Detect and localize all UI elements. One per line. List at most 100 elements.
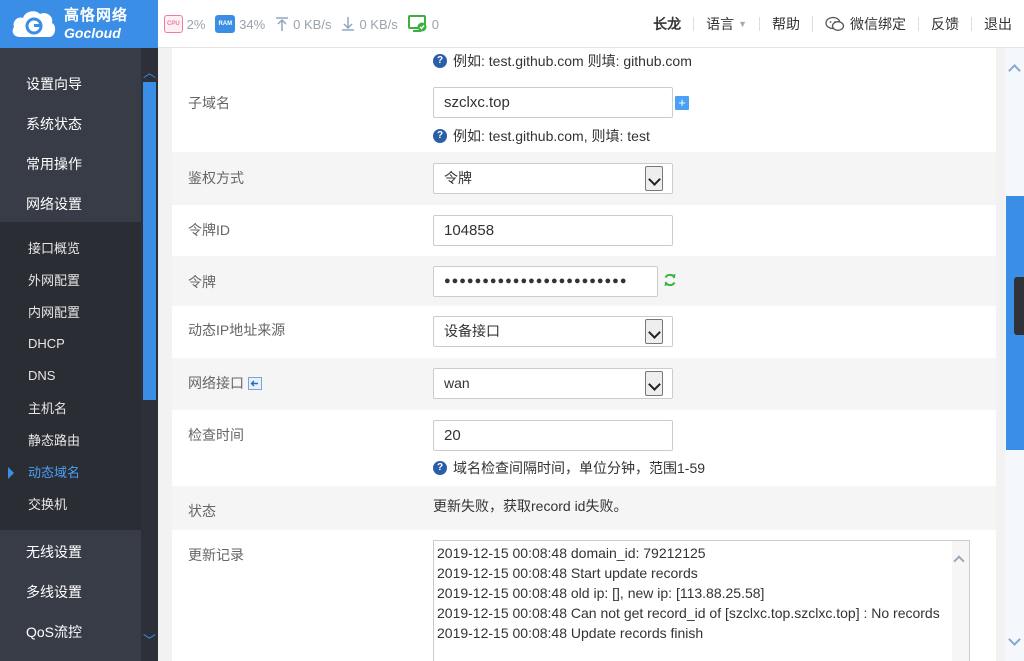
sidebar-subitem-wan-config[interactable]: 外网配置 xyxy=(0,265,141,297)
auth-method-select[interactable]: 令牌 xyxy=(433,163,673,194)
cpu-value: 2% xyxy=(186,16,206,32)
interface-row: 网络接口 wan xyxy=(172,358,996,410)
check-time-row: 检查时间 20 ? 域名检查间隔时间，单位分钟，范围1-59 xyxy=(172,410,996,486)
scroll-up-icon[interactable] xyxy=(953,555,965,567)
log-scrollbar[interactable] xyxy=(952,541,969,661)
sidebar: ︿ ﹀ 设置向导 系统状态 常用操作 网络设置 接口概览 外网配置 内网配置 D… xyxy=(0,48,158,661)
status-row: 状态 更新失败，获取record id失败。 xyxy=(172,486,996,530)
brand-name-cn: 高恪网络 xyxy=(64,7,129,24)
ip-source-select[interactable]: 设备接口 xyxy=(433,316,673,347)
wechat-bind-label: 微信绑定 xyxy=(850,16,906,32)
domain-hint-text: 例如: test.github.com 则填: github.com xyxy=(453,53,692,69)
sidebar-scroll-up-icon[interactable]: ︿ xyxy=(141,62,158,81)
ddns-form: ? 例如: test.github.com 则填: github.com 子域名… xyxy=(172,48,996,661)
log-line: 2019-12-15 00:08:48 old ip: [], new ip: … xyxy=(437,585,765,601)
brand-logo[interactable]: 高恪网络 Gocloud xyxy=(0,0,158,48)
sidebar-item-network-settings[interactable]: 网络设置 xyxy=(0,184,141,224)
sidebar-subitem-dns[interactable]: DNS xyxy=(0,360,141,392)
ip-source-label: 动态IP地址来源 xyxy=(188,322,286,338)
token-row: 令牌 ●●●●●●●●●●●●●●●●●●●●●●●● xyxy=(172,256,996,306)
check-time-hint-text: 域名检查间隔时间，单位分钟，范围1-59 xyxy=(453,460,706,476)
sidebar-item-common-ops[interactable]: 常用操作 xyxy=(0,144,141,184)
sidebar-scroll-down-icon[interactable]: ﹀ xyxy=(141,630,158,649)
log-line: 2019-12-15 00:08:48 Update records finis… xyxy=(437,625,704,641)
cpu-icon: CPU xyxy=(164,15,183,33)
ram-stat: RAM 34% xyxy=(215,15,265,33)
sidebar-subitem-ddns[interactable]: 动态域名 xyxy=(0,457,141,489)
subdomain-label: 子域名 xyxy=(188,95,230,111)
network-submenu: 接口概览 外网配置 内网配置 DHCP DNS 主机名 静态路由 动态域名 交换… xyxy=(0,222,141,530)
subdomain-input[interactable]: szclxc.top xyxy=(433,87,673,118)
add-subdomain-icon[interactable]: + xyxy=(675,96,689,110)
help-link[interactable]: 帮助 xyxy=(759,17,812,31)
token-id-input[interactable]: 104858 xyxy=(433,215,673,246)
download-stat: 0 KB/s xyxy=(341,16,398,32)
sidebar-item-setup-wizard[interactable]: 设置向导 xyxy=(0,64,141,104)
scroll-down-icon[interactable] xyxy=(1008,633,1021,646)
auth-method-value: 令牌 xyxy=(444,170,472,186)
upload-arrow-icon xyxy=(276,17,289,31)
auth-method-label: 鉴权方式 xyxy=(188,170,244,186)
interface-value: wan xyxy=(444,375,470,391)
log-line: 2019-12-15 00:08:48 Start update records xyxy=(437,565,698,581)
help-circle-icon: ? xyxy=(433,461,447,475)
refresh-icon[interactable] xyxy=(663,273,677,287)
sidebar-item-wireless[interactable]: 无线设置 xyxy=(0,532,141,572)
subdomain-hint-text: 例如: test.github.com, 则填: test xyxy=(453,128,650,144)
ram-value: 34% xyxy=(239,16,266,32)
interface-label-wrap: 网络接口 xyxy=(188,373,262,393)
check-time-label: 检查时间 xyxy=(188,427,244,443)
sidebar-item-qos[interactable]: QoS流控 xyxy=(0,612,141,652)
wechat-icon xyxy=(825,16,845,31)
system-stats: CPU 2% RAM 34% 0 KB/s 0 KB/s 0 xyxy=(164,0,449,48)
language-menu[interactable]: 语言 ▼ xyxy=(693,17,759,31)
sidebar-subitem-static-routes[interactable]: 静态路由 xyxy=(0,425,141,457)
caret-down-icon: ▼ xyxy=(738,19,747,29)
user-menu[interactable]: 长龙 xyxy=(641,17,693,31)
brand-name-en: Gocloud xyxy=(64,25,121,41)
check-time-input[interactable]: 20 xyxy=(433,420,673,451)
token-label: 令牌 xyxy=(188,274,216,290)
ip-source-value: 设备接口 xyxy=(444,323,500,339)
link-back-icon[interactable] xyxy=(248,376,262,390)
download-arrow-icon xyxy=(342,17,355,31)
upload-value: 0 KB/s xyxy=(293,16,332,32)
online-devices-stat[interactable]: 0 xyxy=(407,15,439,33)
download-value: 0 KB/s xyxy=(359,16,398,32)
domain-hint: ? 例如: test.github.com 则填: github.com xyxy=(433,51,692,71)
upload-stat: 0 KB/s xyxy=(275,16,331,32)
token-password-input[interactable]: ●●●●●●●●●●●●●●●●●●●●●●●● xyxy=(433,266,658,297)
sidebar-subitem-dhcp[interactable]: DHCP xyxy=(0,328,141,360)
wechat-bind-link[interactable]: 微信绑定 xyxy=(812,16,918,32)
scrollbar-grip-handle[interactable] xyxy=(1014,277,1024,335)
top-nav: 长龙 语言 ▼ 帮助 微信绑定 反馈 退出 xyxy=(641,0,1024,48)
help-circle-icon: ? xyxy=(433,54,447,68)
chevron-down-icon xyxy=(645,166,663,191)
logout-link[interactable]: 退出 xyxy=(971,17,1024,31)
page-scrollbar[interactable] xyxy=(1005,48,1024,661)
sidebar-scrollbar-thumb[interactable] xyxy=(143,82,156,400)
update-log-label: 更新记录 xyxy=(188,547,244,563)
auth-method-row: 鉴权方式 令牌 xyxy=(172,152,996,205)
sidebar-item-system-status[interactable]: 系统状态 xyxy=(0,104,141,144)
sidebar-item-multiline[interactable]: 多线设置 xyxy=(0,572,141,612)
sidebar-subitem-switch[interactable]: 交换机 xyxy=(0,489,141,521)
token-id-label: 令牌ID xyxy=(188,222,230,238)
chevron-down-icon xyxy=(645,319,663,344)
online-devices-value: 0 xyxy=(431,16,439,32)
update-log-textarea[interactable]: 2019-12-15 00:08:48 domain_id: 79212125 … xyxy=(433,540,970,661)
interface-label: 网络接口 xyxy=(188,375,244,391)
scroll-up-icon[interactable] xyxy=(1008,64,1021,77)
chevron-down-icon xyxy=(645,371,663,396)
subdomain-hint: ? 例如: test.github.com, 则填: test xyxy=(433,126,650,146)
feedback-link[interactable]: 反馈 xyxy=(918,17,971,31)
ip-source-row: 动态IP地址来源 设备接口 xyxy=(172,306,996,358)
ram-icon: RAM xyxy=(215,15,236,33)
language-label: 语言 xyxy=(706,16,735,32)
token-id-row: 令牌ID 104858 xyxy=(172,205,996,256)
sidebar-subitem-hostname[interactable]: 主机名 xyxy=(0,393,141,425)
sidebar-subitem-lan-config[interactable]: 内网配置 xyxy=(0,297,141,329)
log-line: 2019-12-15 00:08:48 Can not get record_i… xyxy=(437,605,940,621)
interface-select[interactable]: wan xyxy=(433,368,673,399)
sidebar-subitem-interface-overview[interactable]: 接口概览 xyxy=(0,233,141,265)
